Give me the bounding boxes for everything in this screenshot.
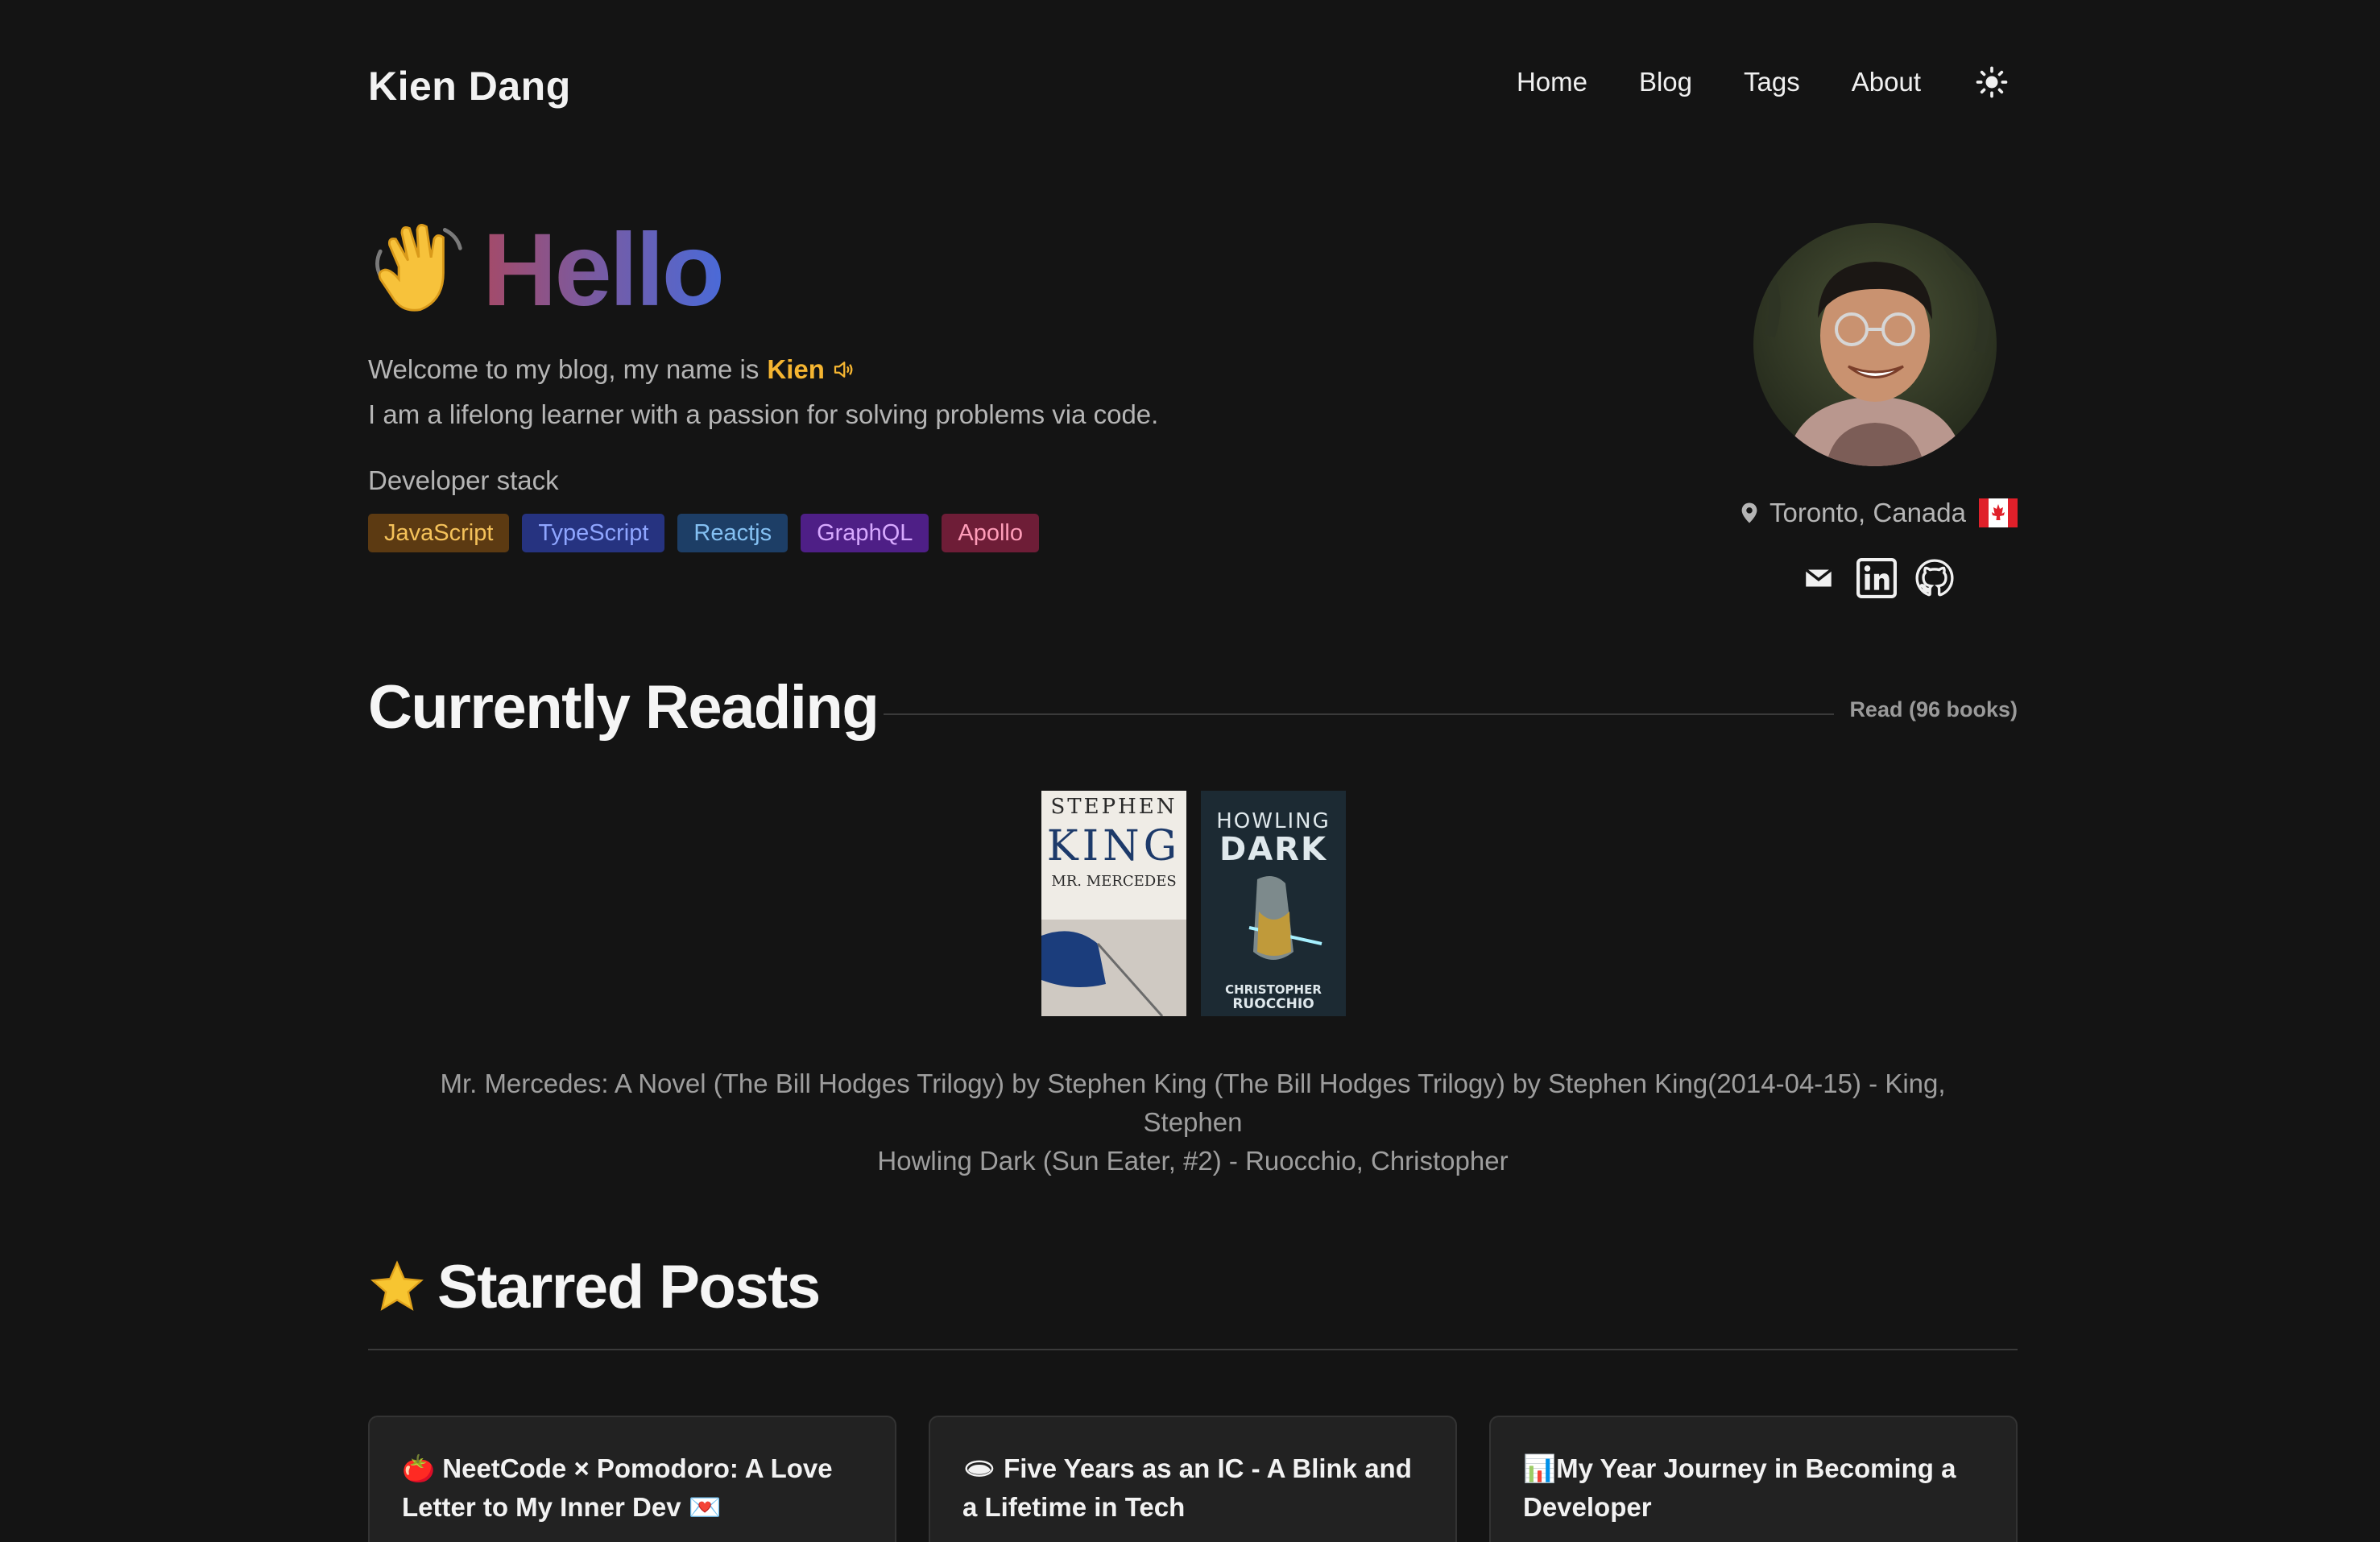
cover-author-2: RUOCCHIO <box>1232 996 1314 1012</box>
avatar <box>1753 223 1997 466</box>
section-divider <box>884 713 1834 715</box>
book-titles: Mr. Mercedes: A Novel (The Bill Hodges T… <box>368 1065 2018 1180</box>
mail-icon <box>1805 568 1832 587</box>
linkedin-link[interactable] <box>1856 557 1898 599</box>
post-card[interactable]: 🕳 Five Years as an IC - A Blink and a Li… <box>929 1416 1457 1542</box>
book-covers: STEPHEN KING MR. MERCEDES HOWLING DARK C… <box>1041 791 1360 1016</box>
cover-title-1: HOWLING <box>1216 809 1330 833</box>
waving-hand-icon <box>375 224 462 312</box>
social-links <box>1798 557 1972 599</box>
github-icon <box>1915 559 1954 597</box>
canada-flag-icon <box>1979 498 2018 527</box>
sun-icon <box>1976 66 2008 98</box>
book-title[interactable]: Mr. Mercedes: A Novel (The Bill Hodges T… <box>368 1065 2018 1142</box>
starred-posts-heading: Starred Posts <box>368 1252 821 1322</box>
stack-tag: Reactjs <box>677 514 789 552</box>
stack-tag: JavaScript <box>368 514 510 552</box>
stack-tag: TypeScript <box>522 514 665 552</box>
cover-title-2: DARK <box>1219 831 1327 868</box>
read-count-link[interactable]: Read (96 books) <box>1849 697 2018 722</box>
post-card[interactable]: 🍅 NeetCode × Pomodoro: A Love Letter to … <box>368 1416 896 1542</box>
nav-tags[interactable]: Tags <box>1744 67 1800 97</box>
starred-posts-title: Starred Posts <box>437 1253 821 1321</box>
nav-blog[interactable]: Blog <box>1639 67 1692 97</box>
author-name: Kien <box>767 354 825 384</box>
cover-author-1: CHRISTOPHER <box>1225 982 1322 997</box>
starred-post-cards: 🍅 NeetCode × Pomodoro: A Love Letter to … <box>368 1416 2018 1542</box>
nav-about[interactable]: About <box>1852 67 1921 97</box>
main-nav: Home Blog Tags About <box>1517 63 2018 101</box>
book-cover[interactable]: HOWLING DARK CHRISTOPHER RUOCCHIO <box>1201 791 1346 1016</box>
post-card[interactable]: 📊My Year Journey in Becoming a Developer <box>1489 1416 2018 1542</box>
email-link[interactable] <box>1798 557 1840 599</box>
cover-title: MR. MERCEDES <box>1051 873 1176 890</box>
intro-text: Welcome to my blog, my name is <box>368 354 760 384</box>
currently-reading-title: Currently Reading <box>368 673 880 742</box>
site-title[interactable]: Kien Dang <box>368 63 571 110</box>
hero-heading: Hello <box>368 213 725 328</box>
stack-tag: GraphQL <box>801 514 929 552</box>
cover-author-2: KING <box>1047 822 1181 870</box>
theme-toggle-button[interactable] <box>1972 63 2011 101</box>
intro-line-2: I am a lifelong learner with a passion f… <box>368 399 1159 429</box>
star-icon <box>370 1259 424 1311</box>
intro-line-1: Welcome to my blog, my name is Kien <box>368 354 855 385</box>
nav-home[interactable]: Home <box>1517 67 1587 97</box>
location: Toronto, Canada <box>1737 498 2018 528</box>
section-divider <box>368 1349 2018 1350</box>
post-title[interactable]: 🕳 Five Years as an IC - A Blink and a Li… <box>962 1449 1423 1527</box>
map-pin-icon <box>1741 502 1757 523</box>
book-title[interactable]: Howling Dark (Sun Eater, #2) - Ruocchio,… <box>368 1142 2018 1180</box>
page: Kien Dang Home Blog Tags About Hello Wel… <box>368 0 2018 1542</box>
stack-tags: JavaScript TypeScript Reactjs GraphQL Ap… <box>368 514 1052 552</box>
linkedin-icon <box>1856 558 1897 598</box>
book-cover[interactable]: STEPHEN KING MR. MERCEDES <box>1041 791 1186 1016</box>
hello-title: Hello <box>482 212 725 328</box>
post-title[interactable]: 🍅 NeetCode × Pomodoro: A Love Letter to … <box>402 1449 863 1527</box>
stack-label: Developer stack <box>368 465 559 495</box>
post-title[interactable]: 📊My Year Journey in Becoming a Developer <box>1523 1449 1984 1527</box>
github-link[interactable] <box>1914 557 1956 599</box>
location-text: Toronto, Canada <box>1769 498 1966 527</box>
speaker-icon[interactable] <box>831 358 855 382</box>
cover-author: STEPHEN <box>1050 795 1177 819</box>
stack-tag: Apollo <box>942 514 1040 552</box>
